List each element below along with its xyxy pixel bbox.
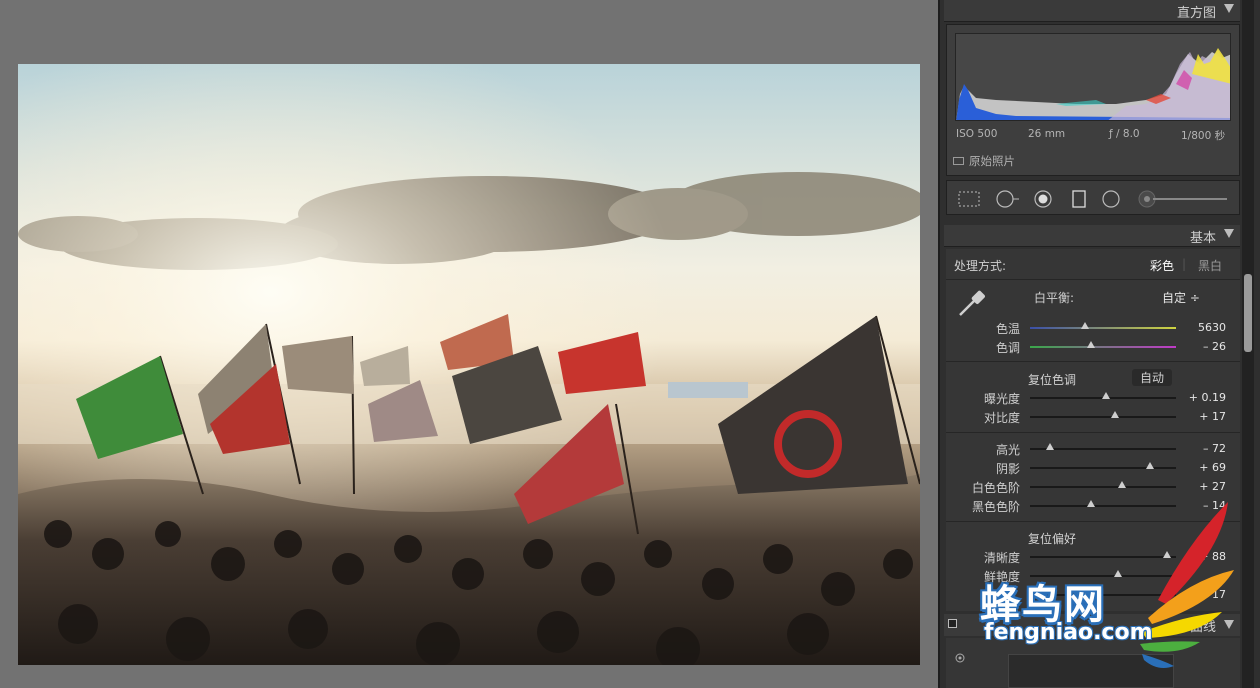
tint-slider[interactable] bbox=[1030, 341, 1176, 348]
auto-tone-button[interactable]: 自动 bbox=[1132, 369, 1173, 386]
histogram-box: ISO 500 26 mm ƒ / 8.0 1/800 秒 原始照片 bbox=[946, 24, 1240, 176]
whites-slider-thumb[interactable] bbox=[1117, 481, 1126, 488]
highlights-slider[interactable] bbox=[1030, 443, 1176, 450]
temp-value[interactable]: 5630 bbox=[1186, 321, 1226, 334]
whites-label: 白色色阶 bbox=[971, 481, 1020, 495]
photo-preview[interactable] bbox=[18, 64, 920, 665]
collapse-icon[interactable] bbox=[1224, 4, 1234, 13]
whites-slider[interactable] bbox=[1030, 481, 1176, 488]
basic-header[interactable]: 基本 bbox=[944, 225, 1240, 247]
contrast-label: 对比度 bbox=[983, 411, 1020, 425]
tool-strip bbox=[946, 180, 1240, 215]
treatment-label: 处理方式: bbox=[954, 259, 1007, 273]
iso-readout: ISO 500 bbox=[956, 128, 998, 140]
whites-value[interactable]: + 27 bbox=[1186, 480, 1226, 493]
tint-value[interactable]: – 26 bbox=[1186, 340, 1226, 353]
basic-title: 基本 bbox=[1189, 231, 1216, 246]
temp-slider[interactable] bbox=[1030, 322, 1176, 329]
contrast-value[interactable]: + 17 bbox=[1186, 410, 1226, 423]
watermark: 蜂鸟网 fengniao.com bbox=[980, 500, 1250, 680]
photo-canvas[interactable] bbox=[0, 0, 938, 688]
contrast-slider-thumb[interactable] bbox=[1110, 411, 1119, 418]
targeted-adjust-icon[interactable] bbox=[954, 652, 966, 664]
shadows-label: 阴影 bbox=[995, 462, 1020, 476]
panel-scrollbar[interactable] bbox=[1244, 274, 1252, 352]
histogram-graph bbox=[955, 33, 1231, 121]
shadows-value[interactable]: + 69 bbox=[1186, 461, 1226, 474]
treatment-bw-option[interactable]: 黑白 bbox=[1198, 257, 1222, 274]
exposure-slider-thumb[interactable] bbox=[1101, 392, 1110, 399]
contrast-slider[interactable] bbox=[1030, 411, 1176, 418]
exposure-label: 曝光度 bbox=[983, 392, 1020, 406]
highlights-slider-thumb[interactable] bbox=[1046, 443, 1055, 450]
shadows-slider[interactable] bbox=[1030, 462, 1176, 469]
tint-slider-thumb[interactable] bbox=[1087, 341, 1096, 348]
divider bbox=[946, 432, 1240, 433]
temp-label: 色温 bbox=[995, 322, 1020, 336]
photo-artwork bbox=[18, 64, 920, 665]
highlights-label: 高光 bbox=[995, 443, 1020, 457]
divider bbox=[946, 361, 1240, 362]
red-eye-icon[interactable] bbox=[1033, 190, 1053, 208]
original-photo-checkbox[interactable] bbox=[953, 157, 964, 165]
reset-tone-button[interactable]: 复位色调 bbox=[1028, 371, 1076, 388]
shutter-readout: 1/800 秒 bbox=[1181, 130, 1226, 142]
exposure-slider[interactable] bbox=[1030, 392, 1176, 399]
histogram-header[interactable]: 直方图 bbox=[944, 0, 1240, 22]
aperture-readout: ƒ / 8.0 bbox=[1109, 128, 1140, 140]
treatment-divider: | bbox=[1182, 257, 1187, 271]
histogram-title: 直方图 bbox=[1176, 6, 1216, 21]
spot-removal-icon[interactable] bbox=[995, 190, 1021, 208]
curve-toggle-icon[interactable] bbox=[948, 619, 957, 628]
adjustment-brush-icon[interactable] bbox=[1137, 190, 1233, 208]
white-balance-eyedropper-icon[interactable] bbox=[954, 287, 990, 319]
shadows-slider-thumb[interactable] bbox=[1145, 462, 1154, 469]
original-photo-label: 原始照片 bbox=[969, 154, 1015, 168]
histogram-plot bbox=[956, 48, 1230, 120]
original-photo-toggle[interactable]: 原始照片 bbox=[953, 153, 1015, 169]
wb-preset-select[interactable]: 自定 ÷ bbox=[1162, 289, 1200, 306]
temp-slider-thumb[interactable] bbox=[1081, 322, 1090, 329]
watermark-feather-logo bbox=[1140, 502, 1234, 668]
collapse-icon[interactable] bbox=[1224, 229, 1234, 238]
exposure-value[interactable]: + 0.19 bbox=[1186, 391, 1226, 404]
wb-label: 白平衡: bbox=[1034, 291, 1075, 305]
divider bbox=[946, 279, 1240, 280]
treatment-color-option[interactable]: 彩色 bbox=[1150, 257, 1174, 274]
highlights-value[interactable]: – 72 bbox=[1186, 442, 1226, 455]
radial-filter-icon[interactable] bbox=[1101, 190, 1121, 208]
tint-label: 色调 bbox=[995, 341, 1020, 355]
graduated-filter-icon[interactable] bbox=[1071, 190, 1087, 208]
crop-tool-icon[interactable] bbox=[957, 190, 981, 208]
watermark-english-text: fengniao.com bbox=[984, 620, 1153, 645]
focal-length-readout: 26 mm bbox=[1028, 128, 1066, 140]
